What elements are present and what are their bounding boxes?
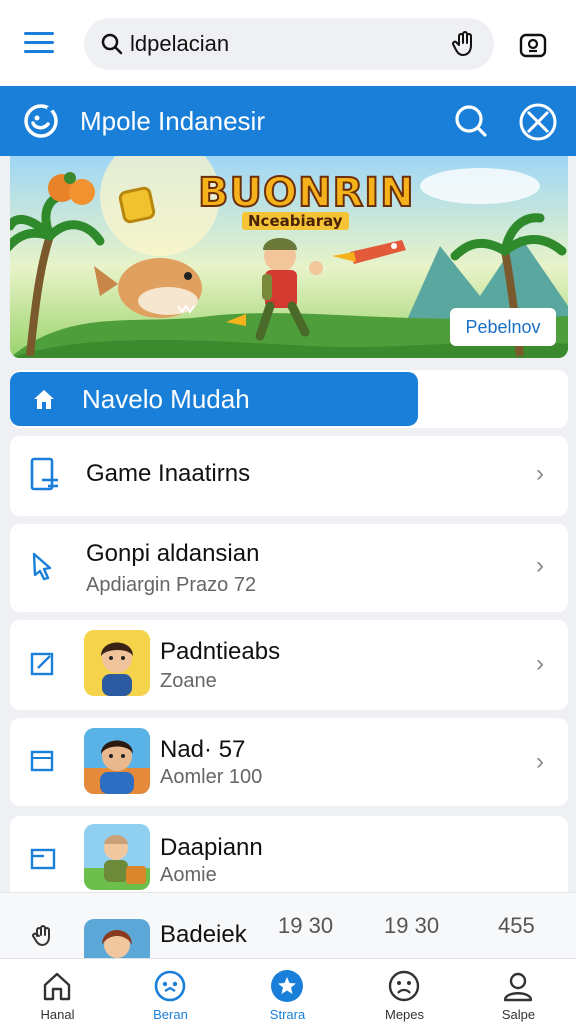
list-item[interactable]: Nad· 57 Aomler 100 ›	[10, 718, 568, 806]
list-item-title: Gonpi aldansian	[86, 540, 260, 567]
top-bar	[0, 0, 576, 86]
list-item-subtitle: Aomler 100	[160, 766, 263, 788]
sad-face-icon	[388, 970, 420, 1002]
list-item-subtitle: Aomie	[160, 864, 217, 886]
search-input[interactable]	[130, 26, 420, 62]
stat-value: 455	[498, 913, 535, 938]
search-bar[interactable]	[84, 18, 494, 70]
stat-value: 19 30	[278, 913, 334, 938]
stat-value: 19 30	[384, 913, 440, 938]
bottom-nav-item-mepes[interactable]: Mepes	[347, 959, 462, 1024]
document-icon	[30, 457, 58, 491]
search-icon[interactable]	[452, 102, 490, 140]
home-icon	[34, 390, 54, 409]
search-icon	[101, 33, 123, 55]
list-item-title: Nad· 57	[160, 736, 246, 763]
avatar	[84, 919, 150, 959]
avatar	[84, 728, 150, 794]
chevron-right-icon: ›	[536, 748, 544, 775]
banner-title: BUONRIN	[197, 169, 415, 217]
hand-icon	[32, 925, 50, 947]
list-item[interactable]: Padntieabs Zoane ›	[10, 620, 568, 710]
bottom-nav-label: Mepes	[384, 1007, 425, 1022]
nav-row[interactable]: Navelo Mudah	[10, 370, 568, 428]
bottom-nav-label: Beran	[153, 1007, 188, 1022]
bottom-nav-item-strara[interactable]: Strara	[230, 959, 345, 1024]
game-banner[interactable]: BUONRIN Nceabiaray Pebelnov	[10, 156, 568, 358]
mail-icon	[30, 848, 56, 870]
chevron-right-icon: ›	[536, 650, 544, 677]
close-icon[interactable]	[518, 102, 558, 142]
banner-button[interactable]: Pebelnov	[450, 308, 556, 346]
list-item-subtitle: Apdiargin Prazo 72	[86, 574, 257, 596]
list-item[interactable]: Gonpi aldansian Apdiargin Prazo 72 ›	[10, 524, 568, 612]
list-item[interactable]: Daapiann Aomie	[10, 816, 568, 898]
list-item-title: Padntieabs	[160, 638, 281, 665]
bottom-nav: Hanal Beran Strara Mepes Salpe	[0, 958, 576, 1024]
list-item-title: Game Inaatirns	[86, 460, 251, 487]
logo-icon	[24, 103, 58, 138]
banner-subtitle: Nceabiaray	[242, 212, 349, 230]
square-icon	[30, 750, 54, 772]
person-icon	[503, 972, 533, 1002]
nav-label: Navelo Mudah	[82, 384, 250, 414]
list-item-title: Daapiann	[160, 834, 263, 861]
home-icon	[43, 972, 71, 1001]
menu-icon[interactable]	[24, 32, 54, 56]
avatar	[84, 630, 150, 696]
chevron-right-icon: ›	[536, 552, 544, 579]
bottom-nav-item-beran[interactable]: Beran	[113, 959, 228, 1024]
bottom-nav-item-home[interactable]: Hanal	[0, 959, 115, 1024]
star-icon	[271, 970, 303, 1002]
chevron-right-icon: ›	[536, 460, 544, 487]
list-item[interactable]: Game Inaatirns ›	[10, 436, 568, 516]
header-title: Mpole Indanesir	[80, 106, 265, 136]
bottom-nav-label: Salpe	[501, 1007, 536, 1022]
face-icon	[154, 970, 186, 1002]
edit-square-icon	[30, 652, 54, 676]
app-header: Mpole Indanesir	[0, 86, 576, 156]
list-item-subtitle: Zoane	[160, 670, 217, 692]
avatar	[84, 824, 150, 890]
list-item-title: Badeiek	[160, 921, 247, 948]
stats-row[interactable]: Badeiek 19 30 19 30 455	[0, 892, 576, 959]
cursor-icon	[32, 552, 52, 581]
bottom-nav-item-salpe[interactable]: Salpe	[461, 959, 576, 1024]
hand-icon[interactable]	[450, 30, 478, 58]
bottom-nav-label: Hanal	[40, 1007, 75, 1022]
bottom-nav-label: Strara	[269, 1007, 306, 1022]
camera-icon[interactable]	[518, 30, 548, 60]
